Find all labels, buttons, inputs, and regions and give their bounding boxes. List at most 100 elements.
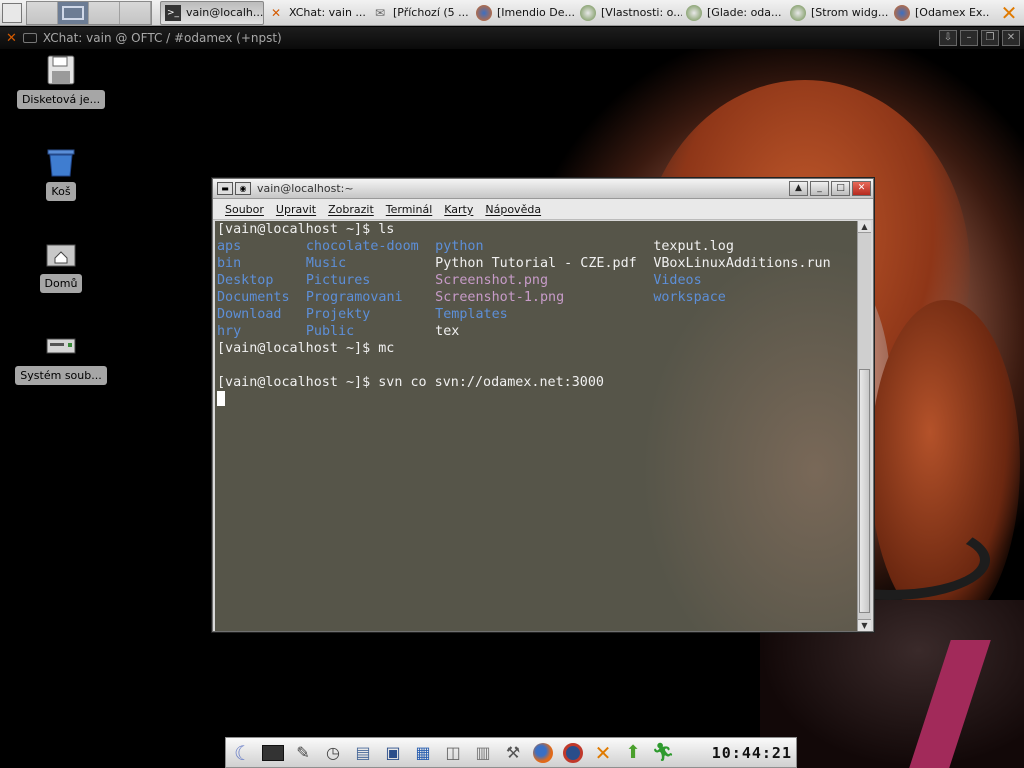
shade-button[interactable]: ▲ — [789, 181, 808, 196]
text-editor-icon[interactable]: ✎ — [290, 740, 316, 766]
firefox-icon[interactable] — [530, 740, 556, 766]
xchat-icon: ✕ — [6, 30, 17, 46]
glade-icon — [686, 4, 702, 21]
menu-upravit[interactable]: Upravit — [270, 203, 322, 216]
text-cursor — [217, 391, 225, 406]
shade-button[interactable]: ⇩ — [939, 30, 957, 46]
menu-zobrazit[interactable]: Zobrazit — [322, 203, 380, 216]
scroll-up-arrow[interactable]: ▲ — [858, 221, 871, 233]
show-desktop-button[interactable] — [2, 3, 22, 23]
terminal-line: Download Projekty Templates — [217, 306, 508, 323]
workspace-pager — [26, 0, 152, 25]
xchat-window-titlebar[interactable]: ✕ XChat: vain @ OFTC / #odamex (+npst) ⇩… — [0, 27, 1024, 49]
archive-icon[interactable]: ▥ — [470, 740, 496, 766]
minimize-button[interactable]: _ — [810, 181, 829, 196]
terminal-titlebar[interactable]: ▬ ◉ vain@localhost:~ ▲ _ □ ✕ — [213, 179, 873, 199]
menu-napoveda[interactable]: Nápověda — [479, 203, 547, 216]
terminal-scrollbar[interactable]: ▲ ▼ — [857, 221, 871, 631]
terminal-entry: python — [435, 239, 484, 254]
task-strom[interactable]: [Strom widg... — [786, 1, 890, 25]
task-glade[interactable]: [Glade: oda... — [682, 1, 786, 25]
desktop-icon-filesystem[interactable]: Systém soub... — [15, 330, 107, 385]
firefox-icon — [476, 4, 492, 21]
terminal-text: [vain@localhost ~]$ ls aps chocolate-doom p… — [217, 221, 831, 408]
menu-terminal[interactable]: Terminál — [380, 203, 439, 216]
image-viewer-icon[interactable]: ▦ — [410, 740, 436, 766]
glade-icon — [580, 4, 596, 21]
workspace-2[interactable] — [58, 1, 89, 24]
task-vlastnosti[interactable]: [Vlastnosti: o... — [576, 1, 682, 25]
terminal-line: [vain@localhost ~]$ mc — [217, 340, 394, 357]
minimize-button[interactable]: – — [960, 30, 978, 46]
task-terminal[interactable]: >_ vain@localh... — [160, 0, 264, 25]
terminal-line — [217, 391, 225, 408]
tools-icon[interactable]: ⚒ — [500, 740, 526, 766]
terminal-line: [vain@localhost ~]$ ls — [217, 221, 394, 238]
bottom-dock: ☾ ✎ ◷ ▤ ▣ ▦ ◫ ▥ ⚒ ✕ ⬆ 🏃︎ 10:44:21 — [225, 737, 797, 768]
scroll-down-arrow[interactable]: ▼ — [858, 619, 871, 631]
run-icon[interactable]: 🏃︎ — [650, 740, 676, 766]
workspace-4[interactable] — [120, 1, 151, 24]
xchat-tray-icon[interactable]: ✕ — [998, 1, 1020, 25]
task-odamex[interactable]: [Odamex Ex... — [890, 1, 990, 25]
task-imendio[interactable]: [Imendio De... — [472, 1, 576, 25]
menu-karty[interactable]: Karty — [438, 203, 479, 216]
task-label: [Příchozí (5 ... — [393, 6, 469, 19]
terminal-icon[interactable] — [260, 740, 286, 766]
task-label: vain@localh... — [186, 6, 264, 19]
desktop-icon-home[interactable]: Domů — [19, 238, 103, 293]
terminal-entry: Public — [305, 324, 355, 339]
window-menu-icon[interactable]: ◉ — [235, 182, 251, 195]
terminal-title: vain@localhost:~ — [257, 182, 354, 195]
media-player-icon[interactable] — [560, 740, 586, 766]
update-icon[interactable]: ⬆ — [620, 740, 646, 766]
trash-icon — [45, 146, 77, 178]
terminal-entry: [vain@localhost ~]$ ls — [217, 222, 395, 237]
xchat-icon[interactable]: ✕ — [590, 740, 616, 766]
kde-menu-icon[interactable]: ☾ — [230, 740, 256, 766]
mail-icon: ✉ — [374, 5, 386, 20]
terminal-icon: ▬ — [217, 182, 233, 195]
terminal-entry: hry — [217, 324, 242, 339]
clock-app-icon[interactable]: ◷ — [320, 740, 346, 766]
terminal-menubar: Soubor Upravit Zobrazit Terminál Karty N… — [213, 199, 873, 220]
terminal-line: aps chocolate-doom python texput.log — [217, 238, 734, 255]
workspace-3[interactable] — [89, 1, 120, 24]
desktop-icon-label: Koš — [46, 182, 76, 201]
task-mail[interactable]: ✉ [Příchozí (5 ... — [368, 1, 472, 25]
terminal-entry: Download — [217, 307, 282, 322]
workspace-1[interactable] — [27, 1, 58, 24]
task-xchat[interactable]: ✕ XChat: vain ... — [264, 1, 368, 25]
terminal-entry: [vain@localhost ~]$ mc — [217, 341, 395, 356]
terminal-line: Desktop Pictures Screenshot.png Videos — [217, 272, 702, 289]
maximize-button[interactable]: □ — [831, 181, 850, 196]
top-panel: >_ vain@localh... ✕ XChat: vain ... ✉ [P… — [0, 0, 1024, 26]
clock: 10:44:21 — [711, 743, 792, 762]
scrollbar-thumb[interactable] — [859, 369, 870, 613]
close-button[interactable]: ✕ — [852, 181, 871, 196]
terminal-line: Documents Programovani Screenshot-1.png wor… — [217, 289, 726, 306]
save-icon[interactable]: ▣ — [380, 740, 406, 766]
terminal-output-area[interactable]: [vain@localhost ~]$ ls aps chocolate-doom p… — [215, 221, 859, 631]
window-menu-icon[interactable] — [22, 33, 37, 43]
photos-icon[interactable]: ◫ — [440, 740, 466, 766]
terminal-entry: Pictures — [305, 273, 371, 288]
terminal-entry: Screenshot-1.png — [435, 290, 565, 305]
firefox-icon — [894, 4, 910, 21]
desktop-icon-floppy[interactable]: Disketová je... — [16, 54, 106, 109]
maximize-button[interactable]: ❐ — [981, 30, 999, 46]
close-button[interactable]: ✕ — [1002, 30, 1020, 46]
terminal-entry: VBoxLinuxAdditions.run — [653, 256, 831, 271]
task-label: XChat: vain ... — [289, 6, 366, 19]
terminal-line: bin Music Python Tutorial - CZE.pdf VBoxLin… — [217, 255, 831, 272]
terminal-line: hry Public tex — [217, 323, 459, 340]
task-label: [Glade: oda... — [707, 6, 782, 19]
terminal-entry: tex — [435, 324, 460, 339]
taskbar: >_ vain@localh... ✕ XChat: vain ... ✉ [P… — [160, 0, 990, 25]
menu-soubor[interactable]: Soubor — [219, 203, 270, 216]
task-label: [Strom widg... — [811, 6, 889, 19]
desktop-icon-trash[interactable]: Koš — [19, 146, 103, 201]
terminal-entry: bin — [217, 256, 242, 271]
file-manager-icon[interactable]: ▤ — [350, 740, 376, 766]
